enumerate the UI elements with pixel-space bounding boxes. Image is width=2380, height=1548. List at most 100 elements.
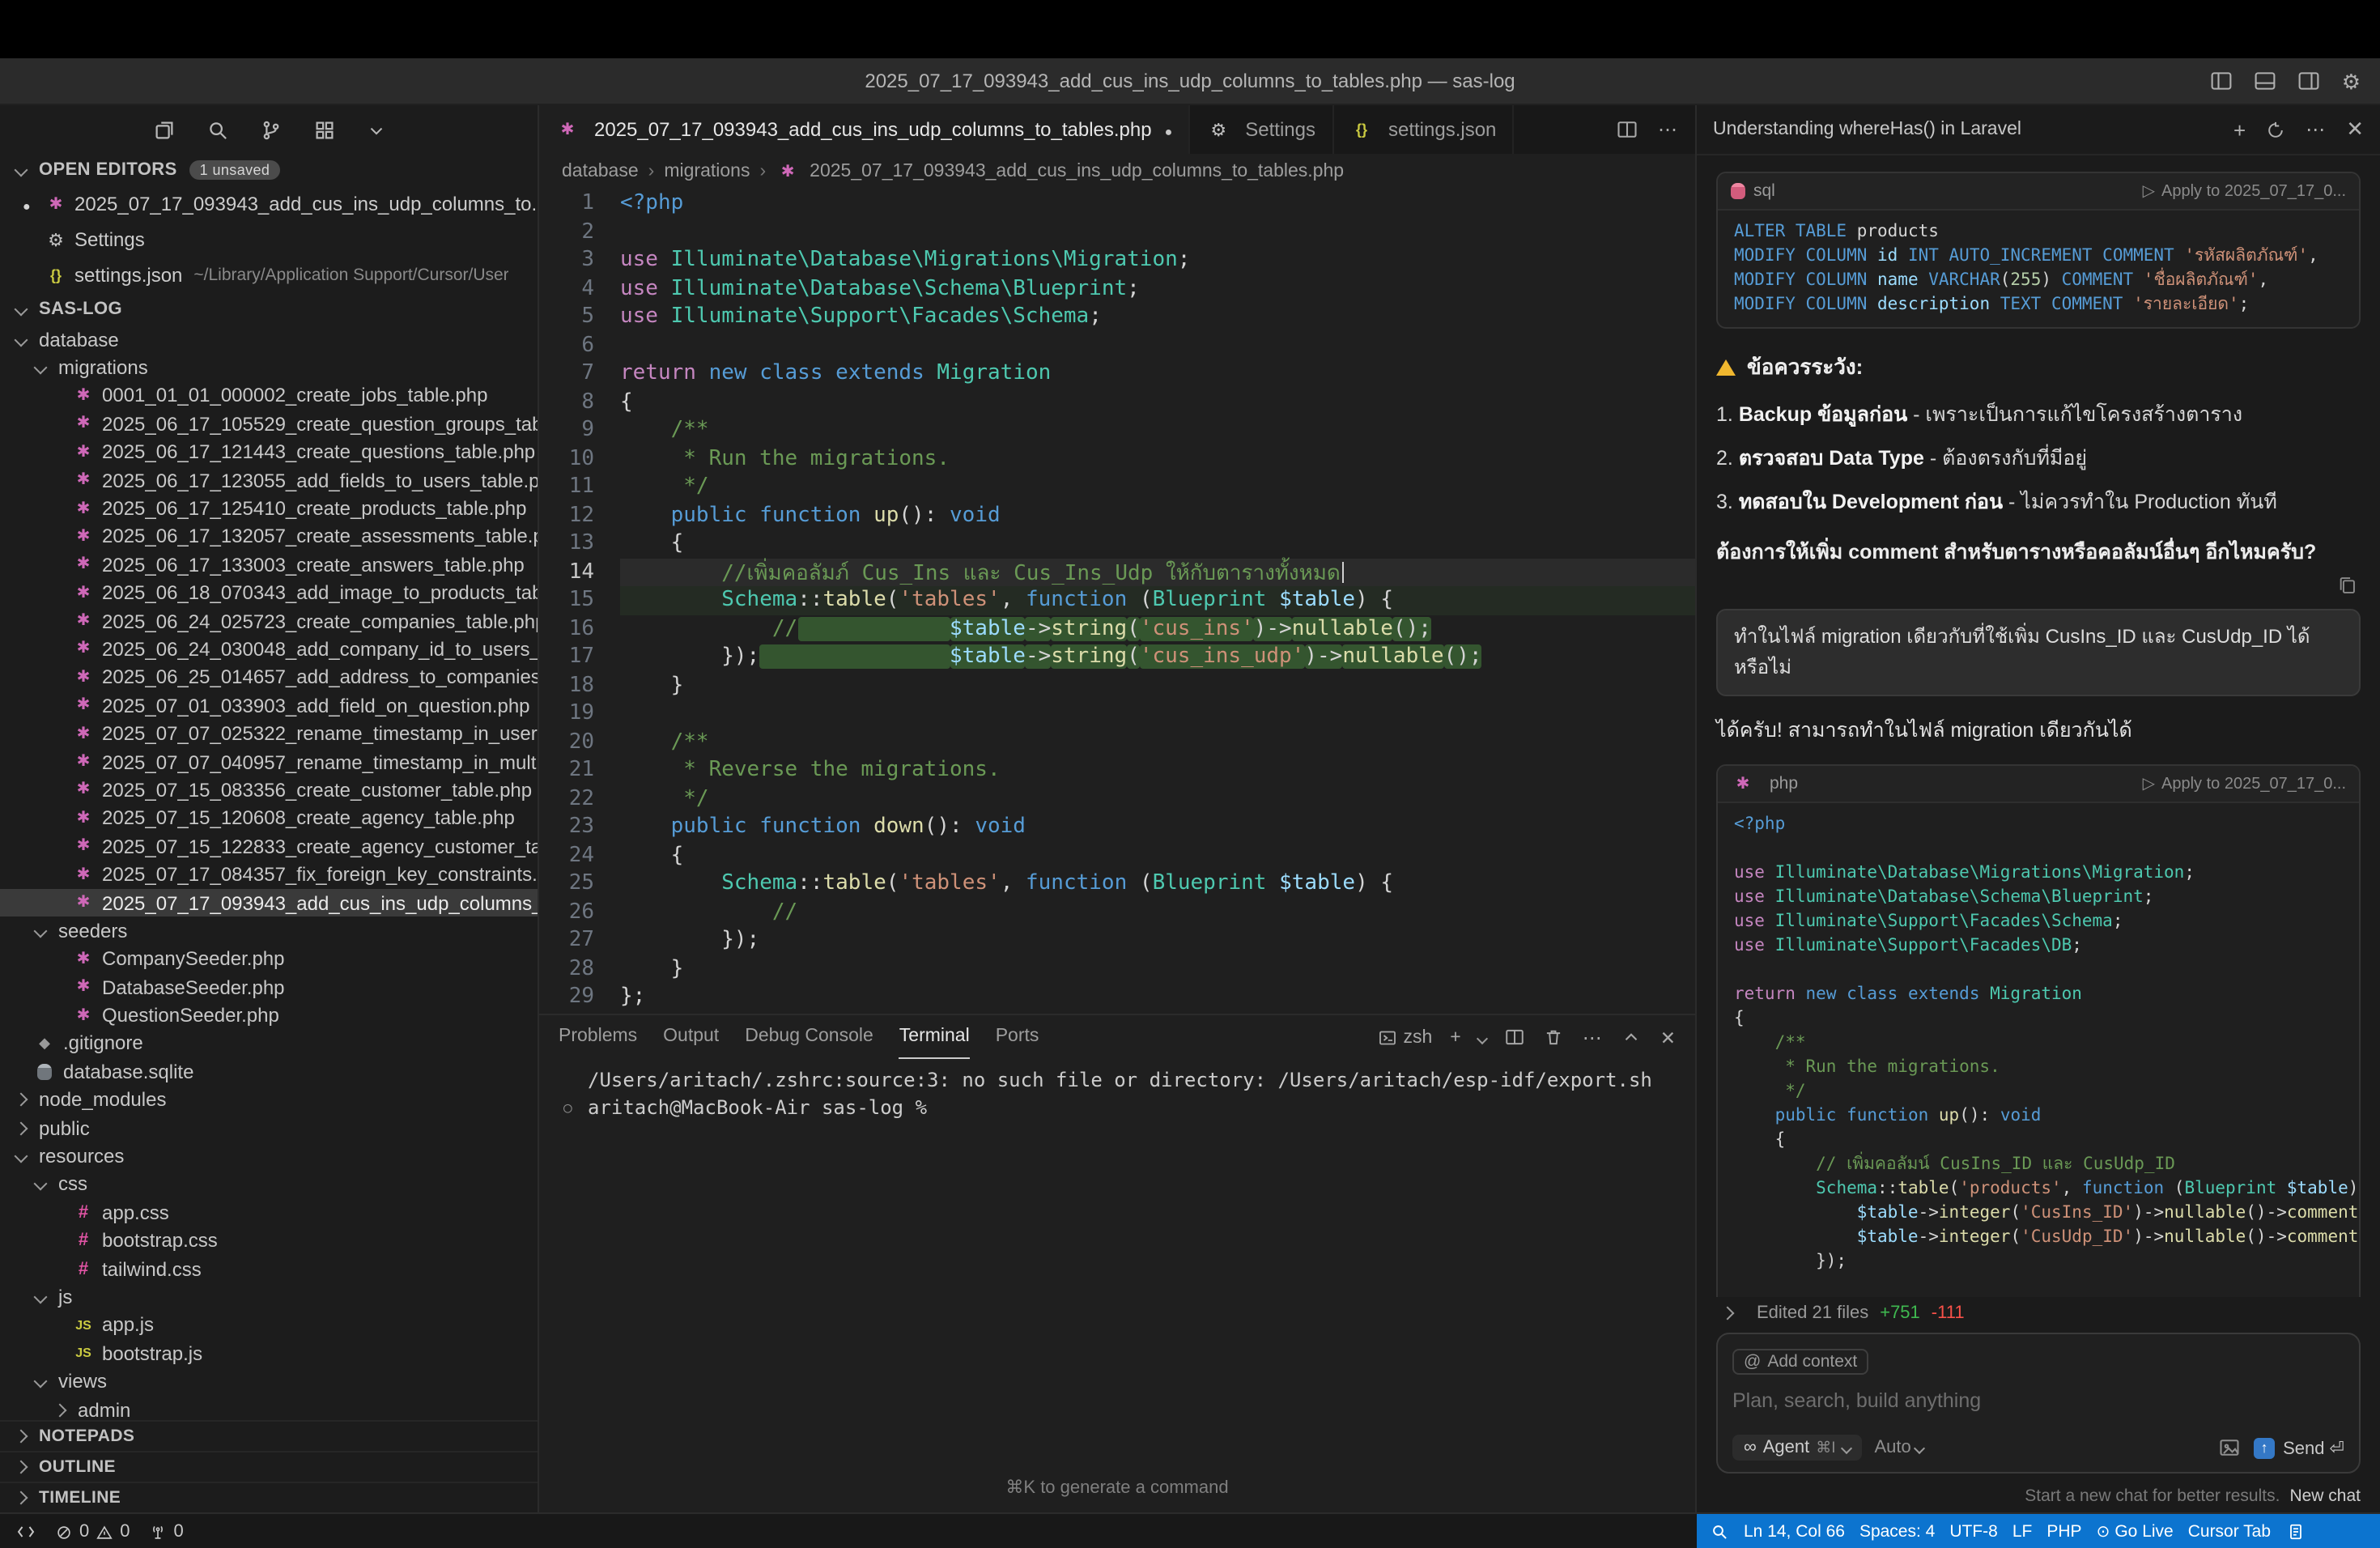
editor-tab[interactable]: Settings [1190,105,1333,154]
chat-input-box[interactable]: @ Add context Plan, search, build anythi… [1716,1333,2361,1474]
status-lf[interactable]: LF [2012,1522,2033,1542]
tree-item-folder[interactable]: seeders [0,916,538,945]
editor-more-actions-icon[interactable]: ⋯ [1658,118,1679,141]
tree-item-file[interactable]: QuestionSeeder.php [0,1002,538,1030]
breadcrumb-item[interactable]: 2025_07_17_093943_add_cus_ins_udp_column… [776,162,1344,181]
open-editor-item[interactable]: settings.json~/Library/Application Suppo… [0,257,538,293]
terminal-output[interactable]: /Users/aritach/.zshrc:source:3: no such … [539,1059,1695,1477]
editor-tab[interactable]: settings.json [1333,105,1514,154]
model-selector[interactable]: Auto [1874,1438,1923,1457]
code-editor[interactable]: 1234567891011121314151617181920212223242… [539,189,1695,1014]
sidebar-section-timeline[interactable]: TIMELINE [0,1482,538,1512]
status-ln-14-col-66[interactable]: Ln 14, Col 66 [1744,1522,1845,1542]
editor-tab[interactable]: 2025_07_17_093943_add_cus_ins_udp_column… [539,105,1190,154]
chat-history-icon[interactable] [2265,119,2286,140]
open-editors-header[interactable]: OPEN EDITORS 1 unsaved [0,154,538,186]
status-utf-8[interactable]: UTF-8 [1949,1522,1998,1542]
tree-item-file[interactable]: 2025_06_17_133003_create_answers_table.p… [0,551,538,579]
new-terminal-icon[interactable]: + [1450,1027,1460,1047]
send-button[interactable]: ↑ Send ⏎ [2254,1437,2344,1458]
more-views-chevron-icon[interactable] [365,119,386,140]
chat-tab-title[interactable]: Understanding whereHas() in Laravel [1713,120,2021,139]
tree-item-folder[interactable]: admin [0,1396,538,1420]
panel-tab-terminal[interactable]: Terminal [899,1015,970,1059]
tree-item-file[interactable]: database.sqlite [0,1057,538,1086]
tree-item-file[interactable]: 2025_07_07_025322_rename_timestamp_in_us… [0,720,538,748]
tree-item-folder[interactable]: css [0,1170,538,1198]
split-editor-icon[interactable] [1616,118,1638,141]
tree-item-folder[interactable]: resources [0,1142,538,1171]
command-decoration-icon[interactable]: ○ [563,1096,572,1124]
tree-item-folder[interactable]: public [0,1114,538,1142]
chat-input-placeholder[interactable]: Plan, search, build anything [1732,1389,2344,1412]
toggle-panel-icon[interactable] [2255,70,2277,92]
tree-item-file[interactable]: 2025_06_24_025723_create_companies_table… [0,607,538,636]
tree-item-file[interactable]: .gitignore [0,1030,538,1058]
breadcrumb-item[interactable]: migrations [664,162,750,181]
sidebar-section-notepads[interactable]: NOTEPADS [0,1420,538,1451]
extensions-icon[interactable] [312,117,336,142]
new-chat-icon[interactable]: + [2233,117,2246,142]
apply-code-button[interactable]: ▷ Apply to 2025_07_17_0... [2143,182,2346,200]
tree-item-file[interactable]: app.js [0,1311,538,1339]
panel-tab-debug-console[interactable]: Debug Console [745,1015,873,1059]
tree-item-file[interactable]: 2025_07_15_122833_create_agency_customer… [0,832,538,861]
tree-item-folder[interactable]: node_modules [0,1086,538,1114]
close-chat-icon[interactable]: ✕ [2346,117,2364,142]
open-editor-item[interactable]: 2025_07_17_093943_add_cus_ins_udp_column… [0,186,538,222]
explorer-icon[interactable] [151,117,176,142]
tree-item-file[interactable]: 2025_07_17_093943_add_cus_ins_udp_column… [0,889,538,917]
source-control-icon[interactable] [258,117,283,142]
tree-item-file[interactable]: 2025_06_17_105529_create_question_groups… [0,410,538,438]
tree-item-file[interactable]: tailwind.css [0,1255,538,1283]
panel-tab-ports[interactable]: Ports [996,1015,1039,1059]
problems-status[interactable]: 0 0 [55,1522,130,1542]
project-root-header[interactable]: SAS-LOG [0,293,538,325]
settings-gear-icon[interactable]: ⚙ [2342,70,2361,91]
tree-item-folder[interactable]: js [0,1283,538,1312]
maximize-panel-icon[interactable] [1621,1027,1643,1048]
split-terminal-icon[interactable] [1505,1027,1526,1048]
tree-item-file[interactable]: 2025_06_17_123055_add_fields_to_users_ta… [0,466,538,495]
tree-item-folder[interactable]: views [0,1367,538,1396]
toggle-primary-sidebar-icon[interactable] [2211,70,2233,92]
tree-item-folder[interactable]: migrations [0,354,538,382]
copy-message-icon[interactable] [2336,575,2357,596]
tree-item-file[interactable]: 2025_07_17_084357_fix_foreign_key_constr… [0,861,538,889]
terminal-profile-button[interactable]: zsh [1377,1027,1432,1047]
apply-code-button[interactable]: ▷ Apply to 2025_07_17_0... [2143,775,2346,793]
chat-more-actions-icon[interactable]: ⋯ [2306,118,2327,141]
tree-item-file[interactable]: 2025_06_17_132057_create_assessments_tab… [0,522,538,551]
tree-item-file[interactable]: 0001_01_01_000002_create_jobs_table.php [0,382,538,410]
breadcrumb-item[interactable]: database [562,162,639,181]
open-editor-item[interactable]: Settings [0,222,538,257]
tree-item-file[interactable]: 2025_07_07_040957_rename_timestamp_in_mu… [0,748,538,776]
status-spaces-4[interactable]: Spaces: 4 [1859,1522,1935,1542]
zoom-icon[interactable] [1710,1522,1729,1542]
tree-item-file[interactable]: 2025_06_18_070343_add_image_to_products_… [0,579,538,607]
tree-item-file[interactable]: 2025_07_15_120608_create_agency_table.ph… [0,804,538,832]
tree-item-file[interactable]: app.css [0,1198,538,1227]
tree-item-file[interactable]: 2025_07_01_033903_add_field_on_question.… [0,691,538,720]
new-chat-button[interactable]: New chat [2289,1486,2361,1506]
sidebar-section-outline[interactable]: OUTLINE [0,1451,538,1482]
toggle-secondary-sidebar-icon[interactable] [2298,70,2321,92]
tree-item-file[interactable]: bootstrap.js [0,1339,538,1367]
panel-tab-output[interactable]: Output [663,1015,719,1059]
edited-files-summary[interactable]: Edited 21 files +751 -111 [1716,1297,2361,1333]
tree-item-folder[interactable]: database [0,325,538,354]
close-panel-icon[interactable]: ✕ [1660,1026,1676,1048]
tree-item-file[interactable]: DatabaseSeeder.php [0,973,538,1002]
tree-item-file[interactable]: 2025_07_15_083356_create_customer_table.… [0,776,538,805]
ports-status[interactable]: 0 [150,1522,184,1542]
tree-item-file[interactable]: bootstrap.css [0,1227,538,1255]
status-php[interactable]: PHP [2046,1522,2081,1542]
status-go-live[interactable]: ⊙Go Live [2097,1522,2174,1542]
tree-item-file[interactable]: 2025_06_17_125410_create_products_table.… [0,495,538,523]
terminal-dropdown-icon[interactable] [1479,1027,1487,1047]
kill-terminal-icon[interactable] [1544,1027,1565,1048]
tree-item-file[interactable]: 2025_06_17_121443_create_questions_table… [0,438,538,466]
notifications-icon[interactable] [2285,1522,2305,1542]
search-icon[interactable] [205,117,229,142]
attach-image-icon[interactable] [2218,1436,2241,1459]
